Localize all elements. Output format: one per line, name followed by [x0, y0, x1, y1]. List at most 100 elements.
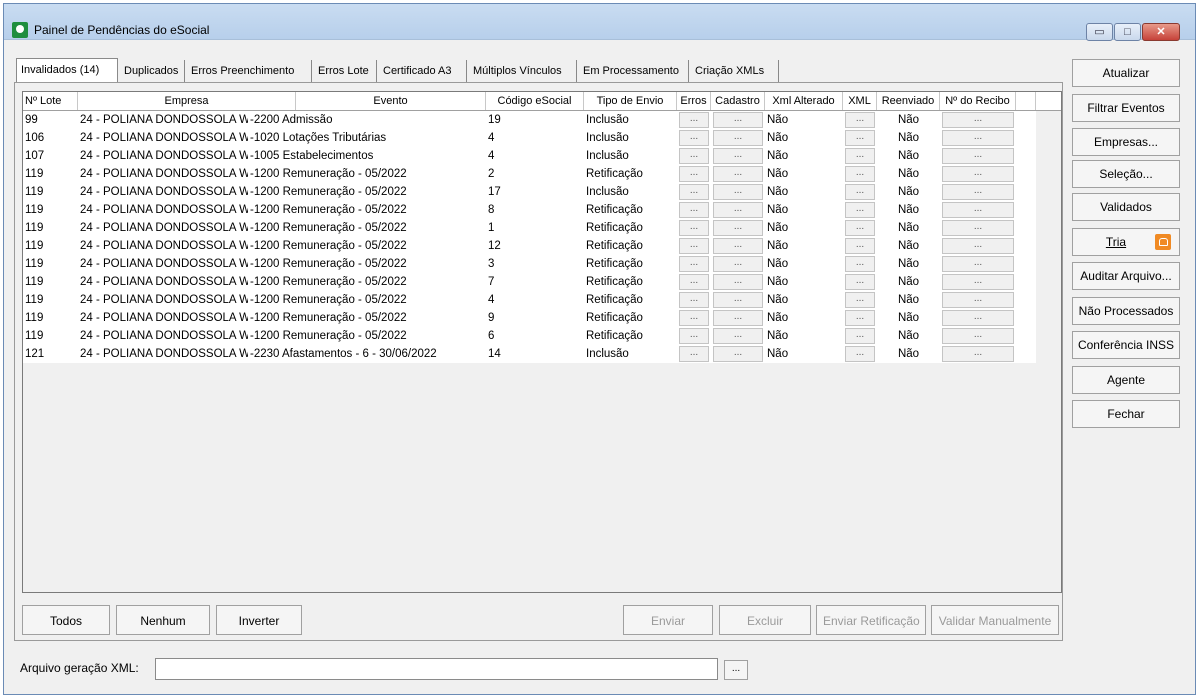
- select-all-button[interactable]: Todos: [22, 605, 110, 635]
- table-row[interactable]: 119 24 - POLIANA DONDOSSOLA WARS-1200 Rem…: [23, 309, 1036, 327]
- select-none-button[interactable]: Nenhum: [116, 605, 210, 635]
- send-retification-button[interactable]: Enviar Retificação: [816, 605, 926, 635]
- xml-ellipsis-button[interactable]: ...: [845, 310, 875, 326]
- erros-ellipsis-button[interactable]: ...: [679, 292, 709, 308]
- table-row[interactable]: 119 24 - POLIANA DONDOSSOLA WARS-1200 Rem…: [23, 255, 1036, 273]
- erros-ellipsis-button[interactable]: ...: [679, 256, 709, 272]
- xml-ellipsis-button[interactable]: ...: [845, 220, 875, 236]
- cadastro-ellipsis-button[interactable]: ...: [713, 274, 763, 290]
- cadastro-ellipsis-button[interactable]: ...: [713, 328, 763, 344]
- tab-erros-lote[interactable]: Erros Lote: [314, 60, 377, 82]
- erros-ellipsis-button[interactable]: ...: [679, 310, 709, 326]
- tab-duplicados[interactable]: Duplicados: [120, 60, 185, 82]
- erros-ellipsis-button[interactable]: ...: [679, 166, 709, 182]
- cadastro-ellipsis-button[interactable]: ...: [713, 166, 763, 182]
- column-header-erros[interactable]: Erros: [677, 92, 711, 110]
- cadastro-ellipsis-button[interactable]: ...: [713, 310, 763, 326]
- xml-ellipsis-button[interactable]: ...: [845, 166, 875, 182]
- column-header-evento[interactable]: Evento: [296, 92, 486, 110]
- recibo-ellipsis-button[interactable]: ...: [942, 184, 1014, 200]
- erros-ellipsis-button[interactable]: ...: [679, 112, 709, 128]
- erros-ellipsis-button[interactable]: ...: [679, 346, 709, 362]
- recibo-ellipsis-button[interactable]: ...: [942, 130, 1014, 146]
- erros-ellipsis-button[interactable]: ...: [679, 130, 709, 146]
- xml-ellipsis-button[interactable]: ...: [845, 202, 875, 218]
- recibo-ellipsis-button[interactable]: ...: [942, 148, 1014, 164]
- minimize-button[interactable]: ▭: [1086, 23, 1113, 41]
- erros-ellipsis-button[interactable]: ...: [679, 202, 709, 218]
- tab-invalidados[interactable]: Invalidados (14): [16, 58, 118, 82]
- selection-button[interactable]: Seleção...: [1072, 160, 1180, 188]
- cadastro-ellipsis-button[interactable]: ...: [713, 148, 763, 164]
- xml-ellipsis-button[interactable]: ...: [845, 274, 875, 290]
- erros-ellipsis-button[interactable]: ...: [679, 184, 709, 200]
- recibo-ellipsis-button[interactable]: ...: [942, 328, 1014, 344]
- cadastro-ellipsis-button[interactable]: ...: [713, 112, 763, 128]
- agent-button[interactable]: Agente: [1072, 366, 1180, 394]
- table-row[interactable]: 119 24 - POLIANA DONDOSSOLA WARS-1200 Rem…: [23, 291, 1036, 309]
- recibo-ellipsis-button[interactable]: ...: [942, 238, 1014, 254]
- column-header-lote[interactable]: Nº Lote: [23, 92, 78, 110]
- xml-ellipsis-button[interactable]: ...: [845, 328, 875, 344]
- tab-criacao-xmls[interactable]: Criação XMLs: [691, 60, 779, 82]
- tab-multiplos-vinculos[interactable]: Múltiplos Vínculos: [469, 60, 577, 82]
- invert-selection-button[interactable]: Inverter: [216, 605, 302, 635]
- xml-ellipsis-button[interactable]: ...: [845, 112, 875, 128]
- column-header-recibo[interactable]: Nº do Recibo: [940, 92, 1016, 110]
- table-row[interactable]: 106 24 - POLIANA DONDOSSOLA WARS-1020 Lot…: [23, 129, 1036, 147]
- cadastro-ellipsis-button[interactable]: ...: [713, 130, 763, 146]
- erros-ellipsis-button[interactable]: ...: [679, 148, 709, 164]
- tria-button[interactable]: Tria: [1072, 228, 1180, 256]
- close-panel-button[interactable]: Fechar: [1072, 400, 1180, 428]
- xml-ellipsis-button[interactable]: ...: [845, 292, 875, 308]
- cadastro-ellipsis-button[interactable]: ...: [713, 256, 763, 272]
- erros-ellipsis-button[interactable]: ...: [679, 238, 709, 254]
- audit-file-button[interactable]: Auditar Arquivo...: [1072, 262, 1180, 290]
- table-row[interactable]: 119 24 - POLIANA DONDOSSOLA WARS-1200 Rem…: [23, 327, 1036, 345]
- erros-ellipsis-button[interactable]: ...: [679, 274, 709, 290]
- cadastro-ellipsis-button[interactable]: ...: [713, 292, 763, 308]
- recibo-ellipsis-button[interactable]: ...: [942, 292, 1014, 308]
- validated-button[interactable]: Validados: [1072, 193, 1180, 221]
- erros-ellipsis-button[interactable]: ...: [679, 220, 709, 236]
- column-header-cadastro[interactable]: Cadastro: [711, 92, 765, 110]
- table-row[interactable]: 119 24 - POLIANA DONDOSSOLA WARS-1200 Rem…: [23, 273, 1036, 291]
- inss-check-button[interactable]: Conferência INSS: [1072, 331, 1180, 359]
- column-header-reenviado[interactable]: Reenviado: [877, 92, 940, 110]
- xml-ellipsis-button[interactable]: ...: [845, 238, 875, 254]
- table-row[interactable]: 119 24 - POLIANA DONDOSSOLA WARS-1200 Rem…: [23, 237, 1036, 255]
- cadastro-ellipsis-button[interactable]: ...: [713, 346, 763, 362]
- send-button[interactable]: Enviar: [623, 605, 713, 635]
- not-processed-button[interactable]: Não Processados: [1072, 297, 1180, 325]
- table-row[interactable]: 119 24 - POLIANA DONDOSSOLA WARS-1200 Rem…: [23, 219, 1036, 237]
- browse-file-button[interactable]: ...: [724, 660, 748, 680]
- recibo-ellipsis-button[interactable]: ...: [942, 166, 1014, 182]
- table-row[interactable]: 121 24 - POLIANA DONDOSSOLA WARS-2230 Afa…: [23, 345, 1036, 363]
- column-header-xml-alterado[interactable]: Xml Alterado: [765, 92, 843, 110]
- column-header-xml[interactable]: XML: [843, 92, 877, 110]
- close-button[interactable]: ✕: [1142, 23, 1180, 41]
- cadastro-ellipsis-button[interactable]: ...: [713, 238, 763, 254]
- xml-ellipsis-button[interactable]: ...: [845, 346, 875, 362]
- erros-ellipsis-button[interactable]: ...: [679, 328, 709, 344]
- cadastro-ellipsis-button[interactable]: ...: [713, 202, 763, 218]
- xml-ellipsis-button[interactable]: ...: [845, 130, 875, 146]
- xml-ellipsis-button[interactable]: ...: [845, 148, 875, 164]
- xml-ellipsis-button[interactable]: ...: [845, 184, 875, 200]
- table-row[interactable]: 119 24 - POLIANA DONDOSSOLA WARS-1200 Rem…: [23, 165, 1036, 183]
- column-header-tipo[interactable]: Tipo de Envio: [584, 92, 677, 110]
- column-header-empresa[interactable]: Empresa: [78, 92, 296, 110]
- xml-ellipsis-button[interactable]: ...: [845, 256, 875, 272]
- recibo-ellipsis-button[interactable]: ...: [942, 310, 1014, 326]
- maximize-button[interactable]: □: [1114, 23, 1141, 41]
- delete-button[interactable]: Excluir: [719, 605, 811, 635]
- tab-erros-preenchimento[interactable]: Erros Preenchimento: [187, 60, 312, 82]
- recibo-ellipsis-button[interactable]: ...: [942, 202, 1014, 218]
- table-row[interactable]: 119 24 - POLIANA DONDOSSOLA WARS-1200 Rem…: [23, 201, 1036, 219]
- pendencias-grid[interactable]: Nº Lote Empresa Evento Código eSocial Ti…: [22, 91, 1062, 593]
- column-header-codigo[interactable]: Código eSocial: [486, 92, 584, 110]
- filter-events-button[interactable]: Filtrar Eventos: [1072, 94, 1180, 122]
- refresh-button[interactable]: Atualizar: [1072, 59, 1180, 87]
- tab-certificado-a3[interactable]: Certificado A3: [379, 60, 467, 82]
- cadastro-ellipsis-button[interactable]: ...: [713, 220, 763, 236]
